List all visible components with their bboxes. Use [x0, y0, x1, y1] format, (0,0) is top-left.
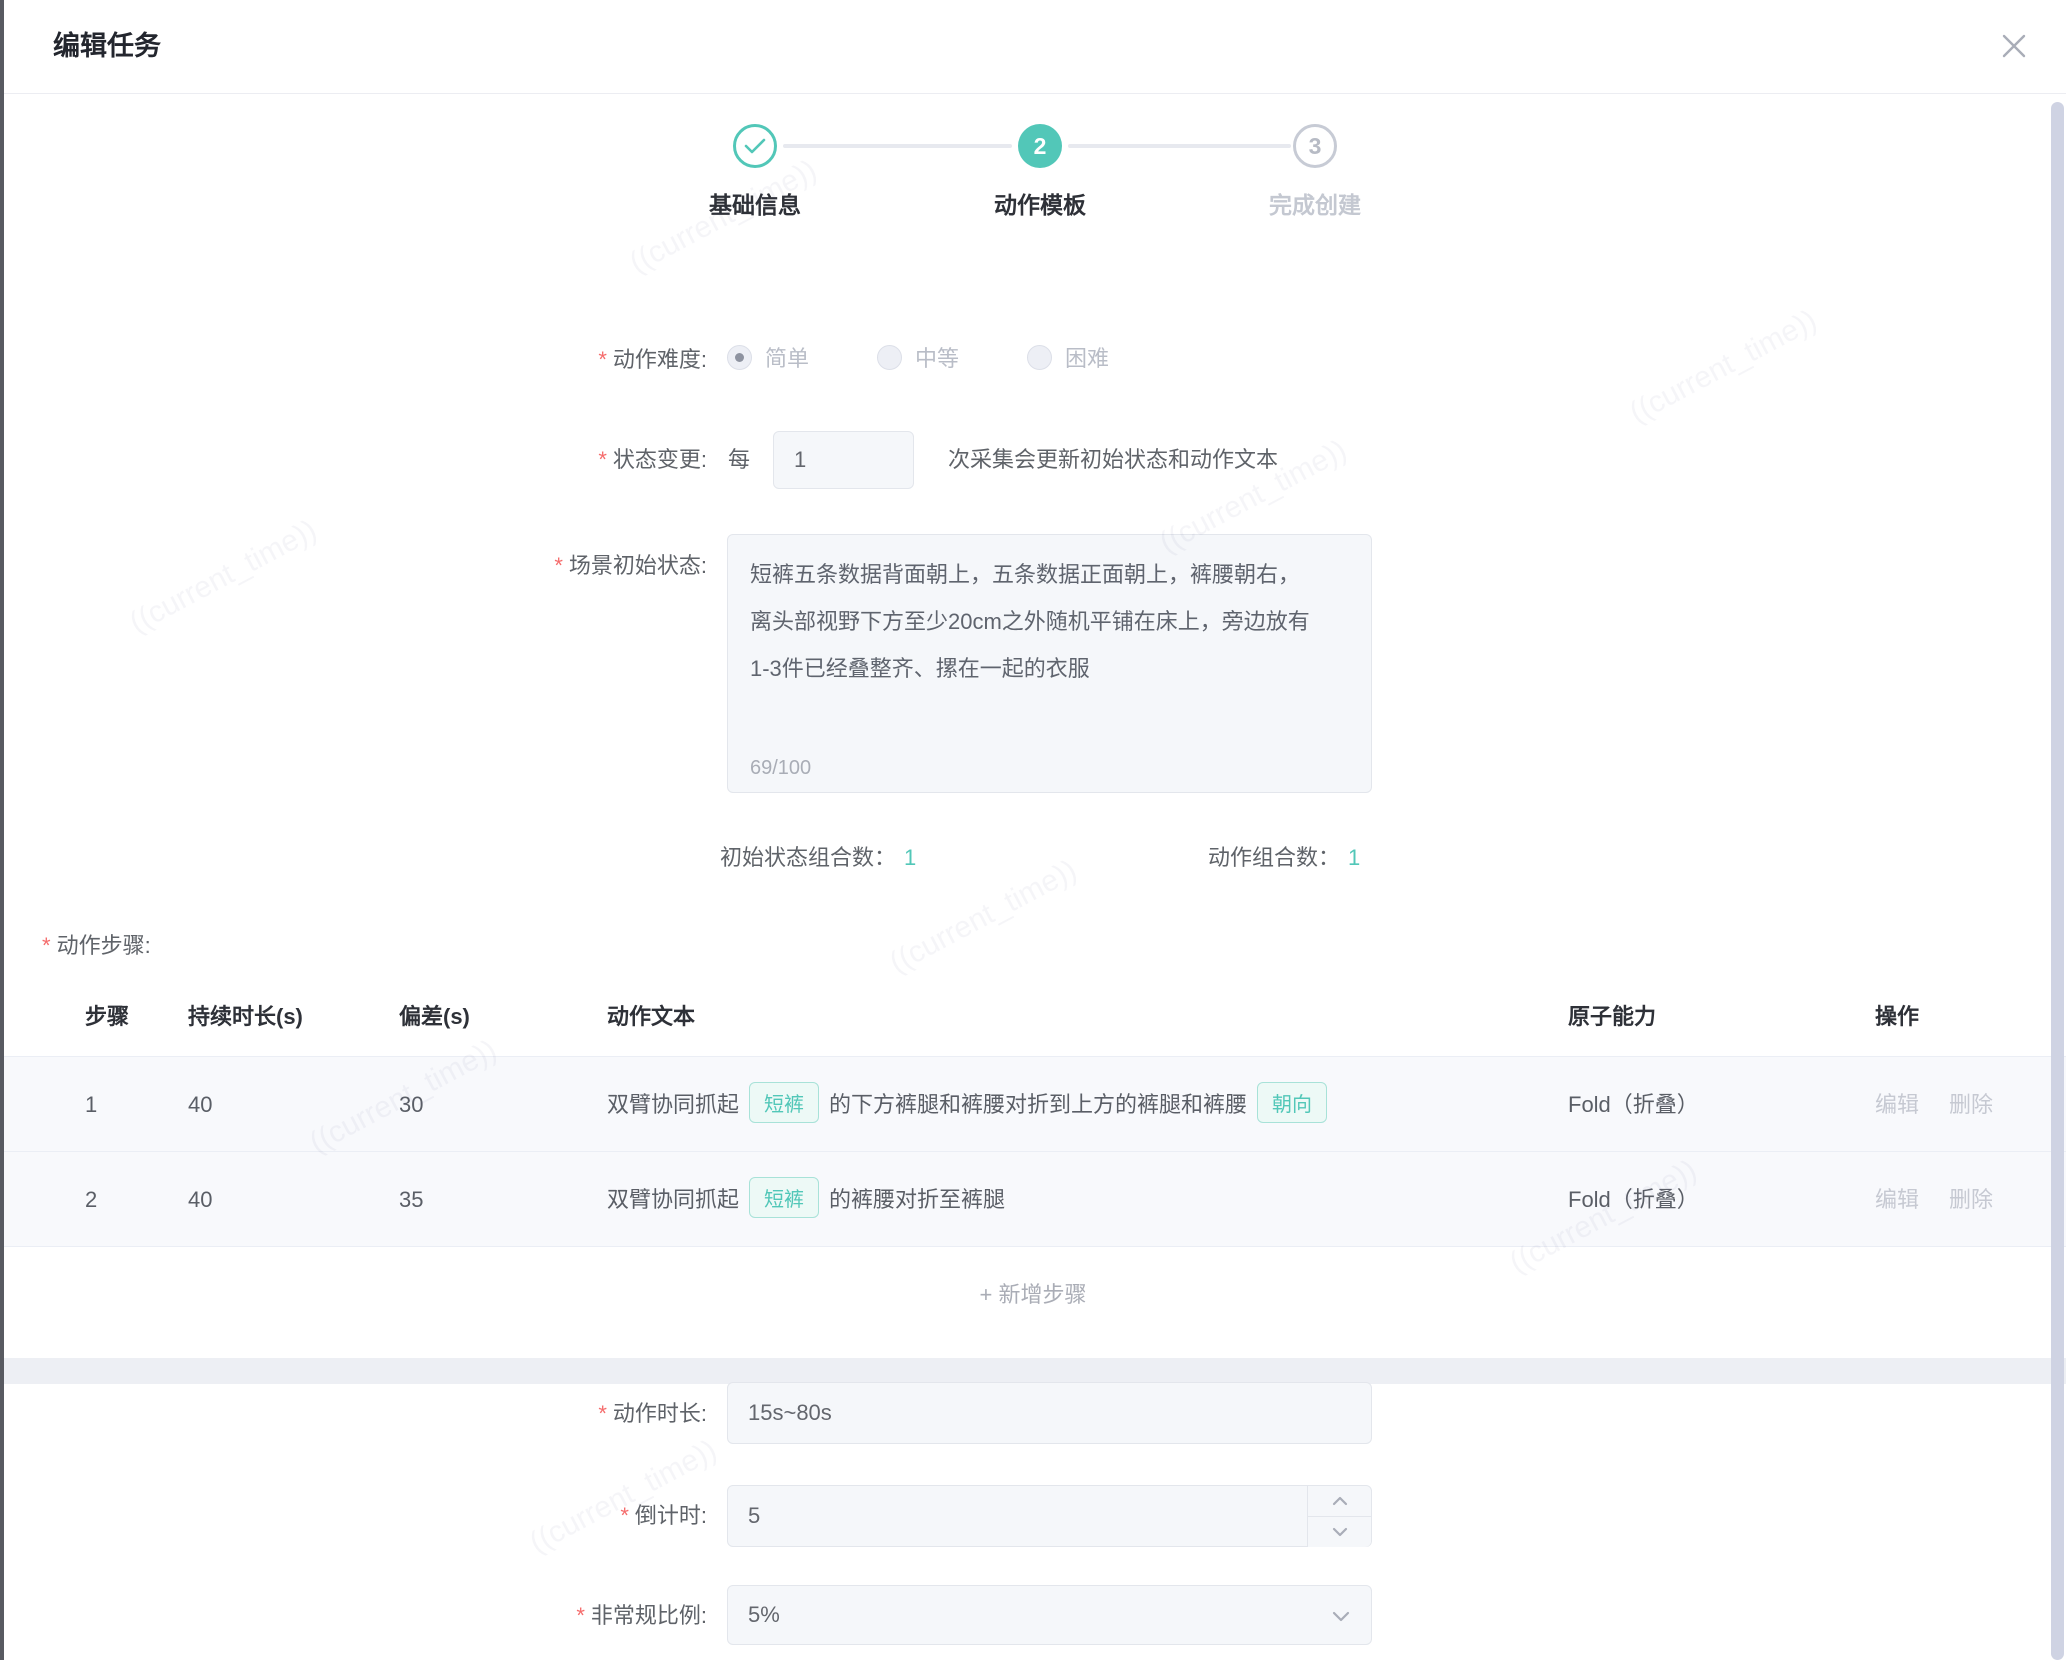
radio-simple-label: 简单 — [765, 341, 809, 373]
edit-link[interactable]: 编辑 — [1875, 1092, 1919, 1117]
add-step-button[interactable]: + 新增步骤 — [0, 1246, 2066, 1343]
unusual-ratio-select[interactable] — [727, 1585, 1372, 1645]
radio-medium-label: 中等 — [915, 341, 959, 373]
scene-initial-textarea-wrap: 短裤五条数据背面朝上，五条数据正面朝上，裤腰朝右，离头部视野下方至少20cm之外… — [727, 534, 1372, 793]
radio-unselected-icon — [877, 345, 902, 370]
radio-simple[interactable]: 简单 — [727, 341, 809, 373]
col-operation: 操作 — [1875, 999, 1919, 1031]
duration-label: *动作时长: — [300, 1398, 707, 1430]
step-connector-1 — [783, 144, 1012, 148]
dialog-header: 编辑任务 — [4, 0, 2066, 94]
required-asterisk: * — [554, 553, 563, 578]
required-asterisk: * — [620, 1503, 629, 1528]
step1-check-icon — [733, 124, 777, 168]
action-steps-label: *动作步骤: — [42, 928, 151, 960]
required-asterisk: * — [42, 933, 51, 958]
step3-circle: 3 — [1293, 124, 1337, 168]
table-row: 1 40 30 双臂协同抓起短裤的下方裤腿和裤腰对折到上方的裤腿和裤腰朝向 Fo… — [0, 1056, 2066, 1152]
required-asterisk: * — [598, 347, 607, 372]
radio-selected-icon — [727, 345, 752, 370]
edit-link[interactable]: 编辑 — [1875, 1187, 1919, 1212]
watermark: ((current_time)) — [1624, 303, 1822, 430]
object-tag: 短裤 — [749, 1177, 819, 1218]
watermark: ((current_time)) — [124, 513, 322, 640]
edit-task-dialog: 编辑任务 2 3 基础信息 动作模板 完成创建 *动作难度: 简单 中等 困难 — [0, 0, 2066, 1660]
initial-combination-stat: 初始状态组合数：1 — [720, 840, 916, 872]
orientation-tag: 朝向 — [1257, 1082, 1327, 1123]
spinner — [1307, 1486, 1371, 1546]
action-combination-stat: 动作组合数：1 — [1208, 840, 1360, 872]
page-edge — [0, 0, 4, 1660]
delete-link[interactable]: 删除 — [1949, 1092, 1993, 1117]
step3-number: 3 — [1309, 133, 1322, 160]
difficulty-radio-group: 简单 中等 困难 — [727, 341, 1109, 373]
required-asterisk: * — [576, 1603, 585, 1628]
col-action-text: 动作文本 — [607, 999, 695, 1031]
state-change-suffix: 次采集会更新初始状态和动作文本 — [948, 444, 1278, 476]
chevron-down-icon — [1332, 1611, 1350, 1622]
cell-action-text: 双臂协同抓起短裤的下方裤腿和裤腰对折到上方的裤腿和裤腰朝向 — [607, 1057, 1337, 1152]
action-combination-value: 1 — [1348, 845, 1360, 870]
increase-button[interactable] — [1308, 1486, 1371, 1516]
col-duration: 持续时长(s) — [188, 999, 303, 1031]
delete-link[interactable]: 删除 — [1949, 1187, 1993, 1212]
step2-number: 2 — [1034, 133, 1047, 160]
scene-initial-textarea[interactable]: 短裤五条数据背面朝上，五条数据正面朝上，裤腰朝右，离头部视野下方至少20cm之外… — [728, 535, 1371, 735]
vertical-scrollbar-thumb[interactable] — [2051, 102, 2064, 1660]
cell-deviation: 35 — [399, 1152, 423, 1247]
watermark: ((current_time)) — [524, 1433, 722, 1560]
state-change-label: *状态变更: — [300, 444, 707, 476]
col-deviation: 偏差(s) — [399, 999, 470, 1031]
step-connector-2 — [1068, 144, 1291, 148]
countdown-stepper — [727, 1485, 1372, 1547]
radio-medium[interactable]: 中等 — [877, 341, 959, 373]
duration-input[interactable] — [727, 1382, 1372, 1444]
cell-deviation: 30 — [399, 1057, 423, 1152]
col-step: 步骤 — [85, 999, 129, 1031]
state-change-prefix: 每 — [728, 444, 750, 476]
table-horizontal-scrollbar[interactable] — [0, 1358, 2066, 1384]
cell-ability: Fold（折叠） — [1568, 1152, 1699, 1247]
step3-label: 完成创建 — [1185, 186, 1445, 220]
cell-operations: 编辑 删除 — [1875, 1152, 1993, 1247]
cell-step: 1 — [85, 1057, 97, 1152]
required-asterisk: * — [598, 1401, 607, 1426]
radio-hard-label: 困难 — [1065, 341, 1109, 373]
cell-step: 2 — [85, 1152, 97, 1247]
char-counter: 69/100 — [750, 757, 811, 780]
state-change-input[interactable] — [773, 431, 914, 489]
step2-circle: 2 — [1018, 124, 1062, 168]
step2-label: 动作模板 — [910, 186, 1170, 220]
scene-initial-label: *场景初始状态: — [300, 550, 707, 582]
dialog-title: 编辑任务 — [53, 0, 161, 93]
required-asterisk: * — [598, 447, 607, 472]
cell-action-text: 双臂协同抓起短裤的裤腰对折至裤腿 — [607, 1152, 1005, 1247]
difficulty-label: *动作难度: — [300, 344, 707, 376]
object-tag: 短裤 — [749, 1082, 819, 1123]
steps-table-header: 步骤 持续时长(s) 偏差(s) 动作文本 原子能力 操作 — [0, 985, 2066, 1056]
countdown-input[interactable] — [727, 1485, 1372, 1547]
unusual-ratio-value[interactable] — [727, 1585, 1372, 1645]
step1-label: 基础信息 — [625, 186, 885, 220]
cell-duration: 40 — [188, 1152, 212, 1247]
watermark: ((current_time)) — [884, 853, 1082, 980]
cell-ability: Fold（折叠） — [1568, 1057, 1699, 1152]
close-icon[interactable] — [1996, 28, 2032, 64]
radio-unselected-icon — [1027, 345, 1052, 370]
decrease-button[interactable] — [1308, 1516, 1371, 1547]
initial-combination-value: 1 — [904, 845, 916, 870]
cell-operations: 编辑 删除 — [1875, 1057, 1993, 1152]
countdown-label: *倒计时: — [300, 1500, 707, 1532]
unusual-ratio-label: *非常规比例: — [300, 1600, 707, 1632]
cell-duration: 40 — [188, 1057, 212, 1152]
radio-hard[interactable]: 困难 — [1027, 341, 1109, 373]
table-row: 2 40 35 双臂协同抓起短裤的裤腰对折至裤腿 Fold（折叠） 编辑 删除 — [0, 1151, 2066, 1247]
col-ability: 原子能力 — [1568, 999, 1656, 1031]
